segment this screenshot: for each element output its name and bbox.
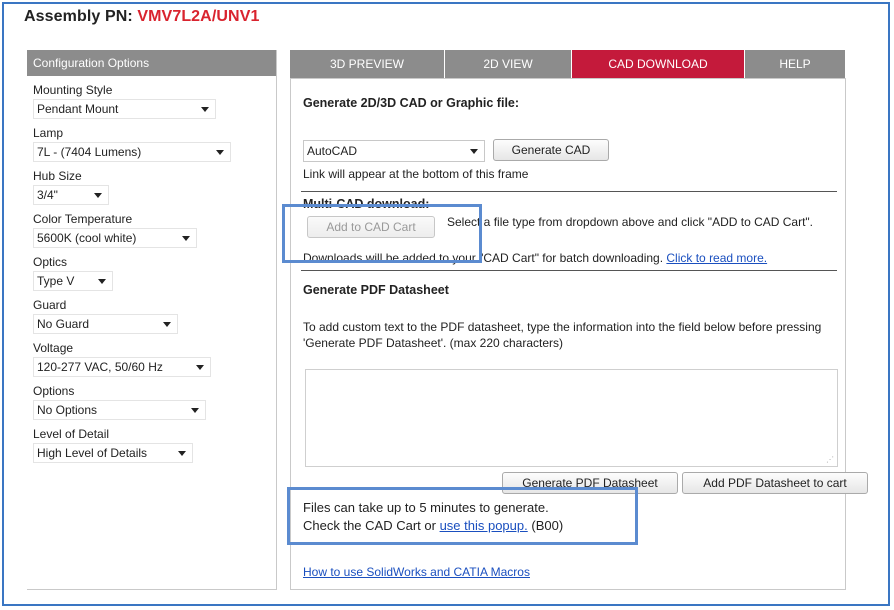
chevron-down-icon: [196, 364, 204, 370]
generate-cad-button[interactable]: Generate CAD: [493, 139, 609, 161]
highlight-box-notice: [287, 487, 638, 545]
optics-select[interactable]: Type V: [33, 271, 113, 291]
chevron-down-icon: [201, 106, 209, 112]
tab-2d-view[interactable]: 2D VIEW: [445, 50, 572, 78]
option-label: Voltage: [33, 341, 74, 355]
tab-help[interactable]: HELP: [745, 50, 846, 78]
select-value: 7L - (7404 Lumens): [37, 145, 142, 159]
highlight-box-add-to-cart: [282, 204, 482, 263]
divider: [301, 270, 837, 271]
option-options: Options No Options: [27, 384, 276, 420]
option-label: Hub Size: [33, 169, 82, 183]
chevron-down-icon: [470, 148, 478, 154]
select-value: No Options: [37, 403, 98, 417]
mounting-style-select[interactable]: Pendant Mount: [33, 99, 216, 119]
cad-format-select[interactable]: AutoCAD: [303, 140, 485, 162]
select-value: High Level of Details: [37, 446, 148, 460]
chevron-down-icon: [98, 278, 106, 284]
option-lamp: Lamp 7L - (7404 Lumens): [27, 126, 276, 162]
part-number: VMV7L2A/UNV1: [137, 8, 260, 25]
chevron-down-icon: [191, 407, 199, 413]
color-temperature-select[interactable]: 5600K (cool white): [33, 228, 197, 248]
option-level-of-detail: Level of Detail High Level of Details: [27, 427, 276, 463]
option-optics: Optics Type V: [27, 255, 276, 291]
tab-cad-download[interactable]: CAD DOWNLOAD: [572, 50, 745, 78]
link-note: Link will appear at the bottom of this f…: [303, 167, 529, 181]
assembly-label: Assembly PN:: [24, 8, 133, 25]
select-instruction: Select a file type from dropdown above a…: [447, 215, 814, 229]
guard-select[interactable]: No Guard: [33, 314, 178, 334]
option-label: Level of Detail: [33, 427, 110, 441]
option-label: Guard: [33, 298, 67, 312]
select-value: 3/4": [37, 188, 58, 202]
option-voltage: Voltage 120-277 VAC, 50/60 Hz: [27, 341, 276, 377]
select-value: No Guard: [37, 317, 90, 331]
assembly-title: Assembly PN: VMV7L2A/UNV1: [24, 8, 259, 26]
option-label: Options: [33, 384, 75, 398]
chevron-down-icon: [163, 321, 171, 327]
configuration-header: Configuration Options: [27, 50, 276, 76]
tab-3d-preview[interactable]: 3D PREVIEW: [290, 50, 445, 78]
options-select[interactable]: No Options: [33, 400, 206, 420]
select-value: Type V: [37, 274, 75, 288]
chevron-down-icon: [216, 149, 224, 155]
option-label: Lamp: [33, 126, 64, 140]
chevron-down-icon: [178, 450, 186, 456]
option-label: Optics: [33, 255, 68, 269]
select-value: Pendant Mount: [37, 102, 119, 116]
chevron-down-icon: [94, 192, 102, 198]
option-guard: Guard No Guard: [27, 298, 276, 334]
pdf-custom-text-field[interactable]: ⋰: [305, 369, 838, 467]
read-more-link[interactable]: Click to read more.: [666, 251, 767, 265]
option-hub-size: Hub Size 3/4": [27, 169, 276, 205]
lamp-select[interactable]: 7L - (7404 Lumens): [33, 142, 231, 162]
option-label: Color Temperature: [33, 212, 133, 226]
pdf-instructions: To add custom text to the PDF datasheet,…: [303, 320, 822, 350]
option-color-temperature: Color Temperature 5600K (cool white): [27, 212, 276, 248]
configuration-panel: Configuration Options Mounting Style Pen…: [27, 50, 277, 590]
select-value: AutoCAD: [307, 144, 358, 158]
voltage-select[interactable]: 120-277 VAC, 50/60 Hz: [33, 357, 211, 377]
select-value: 120-277 VAC, 50/60 Hz: [37, 360, 163, 374]
pdf-heading: Generate PDF Datasheet: [303, 283, 449, 297]
hub-size-select[interactable]: 3/4": [33, 185, 109, 205]
chevron-down-icon: [182, 235, 190, 241]
resize-grip-icon[interactable]: ⋰: [826, 456, 834, 464]
cad-heading: Generate 2D/3D CAD or Graphic file:: [303, 96, 520, 110]
add-pdf-datasheet-to-cart-button[interactable]: Add PDF Datasheet to cart: [682, 472, 868, 494]
option-mounting-style: Mounting Style Pendant Mount: [27, 83, 276, 119]
divider: [301, 191, 837, 192]
level-of-detail-select[interactable]: High Level of Details: [33, 443, 193, 463]
tab-bar: 3D PREVIEW 2D VIEW CAD DOWNLOAD HELP: [290, 50, 846, 78]
option-label: Mounting Style: [33, 83, 113, 97]
select-value: 5600K (cool white): [37, 231, 137, 245]
macros-help-link[interactable]: How to use SolidWorks and CATIA Macros: [303, 565, 530, 579]
